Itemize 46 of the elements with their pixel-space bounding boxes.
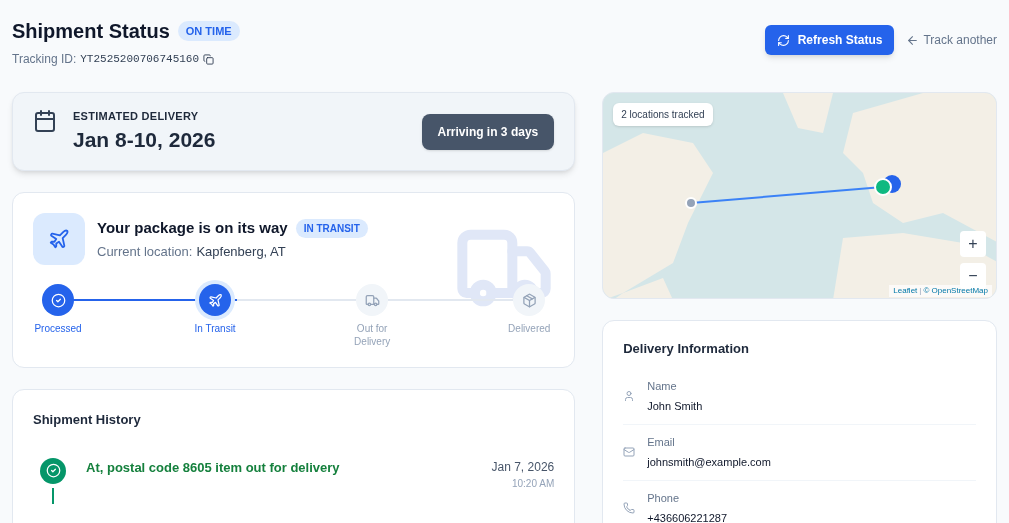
page-title: Shipment Status [12,19,170,44]
map[interactable]: 2 locations tracked + − Leaflet | © OpenStreetMap [602,92,997,299]
field-value: John Smith [647,398,703,414]
event-description: At, postal code 8605 item out for delivery [86,458,340,477]
box-icon [521,292,537,308]
event-check-badge [40,457,66,484]
status-title: Your package is on its way [97,218,288,238]
field-label: Phone [647,491,681,506]
person-icon [623,390,636,402]
attribution-separator: | [919,285,922,297]
copy-icon[interactable] [203,53,215,65]
field-label: Email [647,435,676,450]
field-value: johnsmith@example.com [647,454,771,470]
delivery-info-title: Delivery Information [623,340,750,358]
location-label: Current location: [97,242,193,261]
status-badge: ON TIME [177,20,240,42]
refresh-status-button[interactable]: Refresh Status [764,25,895,55]
phone-icon [623,502,636,514]
tracking-label: Tracking ID: [12,51,77,68]
field-label: Name [647,379,678,394]
delivery-dates: Jan 8-10, 2026 [73,127,216,153]
history-title: Shipment History [33,411,142,429]
field-value: +436606221287 [647,510,728,523]
arriving-badge: Arriving in 3 days [421,113,555,150]
track-another-link[interactable]: Track another [906,31,997,49]
step-label: In Transit [193,322,237,335]
envelope-icon [623,446,636,458]
airplane-icon [48,228,70,250]
arrow-left-icon [906,33,920,47]
step-label: Processed [33,322,83,335]
estimated-delivery-label: ESTIMATED DELIVERY [73,108,200,124]
tracking-id: YT2525200706745160 [80,51,200,67]
truck-icon [364,292,380,308]
refresh-icon [776,33,790,47]
current-location: Kapfenberg, AT [196,242,286,261]
leaflet-link[interactable]: Leaflet [893,285,918,297]
in-transit-badge: IN TRANSIT [295,218,368,238]
zoom-in-button[interactable]: + [960,231,986,257]
step-label: Out for Delivery [353,322,392,348]
event-time: 10:20 AM [510,476,555,491]
check-circle-icon [50,292,66,308]
locations-tracked-label: 2 locations tracked [613,103,713,126]
step-label: Delivered [507,322,552,335]
event-date: Jan 7, 2026 [491,458,555,476]
airplane-icon [207,292,223,308]
calendar-icon [33,109,57,133]
